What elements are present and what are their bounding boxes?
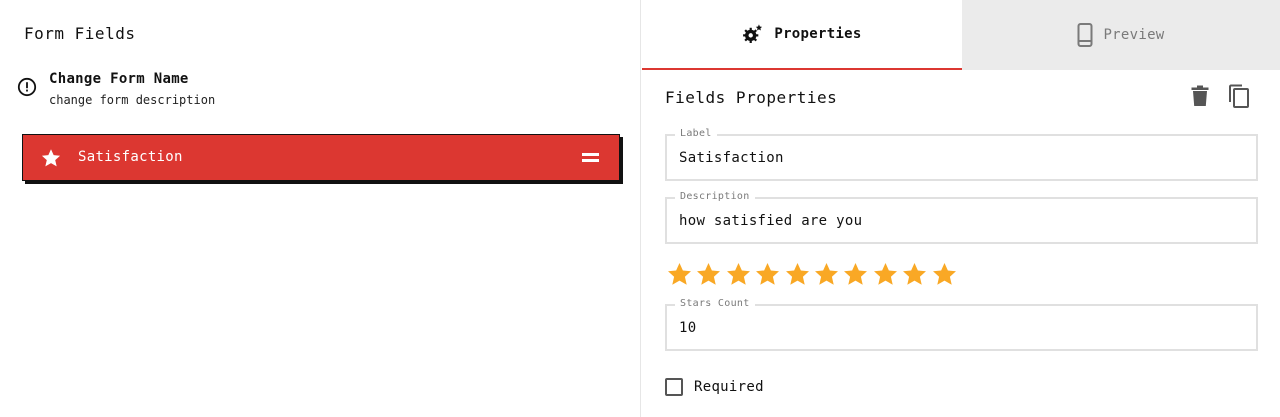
stars-count-field[interactable]: Stars Count 10: [665, 298, 1258, 351]
copy-icon: [1228, 84, 1250, 112]
form-fields-panel: Form Fields Change Form Name change form…: [0, 0, 641, 417]
tab-preview[interactable]: Preview: [962, 0, 1280, 70]
stars-count-field-legend: Stars Count: [675, 298, 755, 309]
label-field-value[interactable]: Satisfaction: [679, 150, 784, 166]
field-item-label: Satisfaction: [78, 149, 183, 165]
form-name[interactable]: Change Form Name: [49, 71, 189, 87]
rating-star-icon[interactable]: [872, 260, 901, 288]
rating-star-icon[interactable]: [931, 260, 960, 288]
label-field[interactable]: Label Satisfaction: [665, 128, 1258, 181]
star-icon: [40, 147, 62, 169]
description-field-value[interactable]: how satisfied are you: [679, 213, 862, 229]
field-item-satisfaction[interactable]: Satisfaction: [22, 134, 620, 181]
gear-icon: [742, 23, 764, 45]
rating-star-icon[interactable]: [754, 260, 783, 288]
rating-star-icon[interactable]: [695, 260, 724, 288]
rating-star-icon[interactable]: [813, 260, 842, 288]
drag-handle-icon[interactable]: [582, 153, 599, 163]
properties-panel: Properties Preview Fields Properties Lab…: [642, 0, 1280, 417]
delete-field-button[interactable]: [1188, 85, 1212, 111]
rating-star-icon[interactable]: [901, 260, 930, 288]
form-fields-title: Form Fields: [24, 24, 136, 43]
rating-star-icon[interactable]: [784, 260, 813, 288]
description-field[interactable]: Description how satisfied are you: [665, 191, 1258, 244]
required-label: Required: [694, 379, 764, 395]
star-rating[interactable]: [666, 260, 960, 288]
rating-star-icon[interactable]: [725, 260, 754, 288]
info-circle-icon: [17, 77, 37, 97]
form-description[interactable]: change form description: [49, 93, 215, 107]
form-info-header[interactable]: Change Form Name change form description: [17, 70, 617, 114]
rating-star-icon[interactable]: [842, 260, 871, 288]
fields-properties-title: Fields Properties: [665, 88, 838, 107]
description-field-legend: Description: [675, 191, 755, 202]
label-field-legend: Label: [675, 128, 717, 139]
tab-preview-label: Preview: [1103, 27, 1165, 43]
tab-properties-label: Properties: [774, 26, 862, 42]
required-checkbox[interactable]: [665, 378, 683, 396]
required-option[interactable]: Required: [665, 376, 764, 398]
trash-icon: [1191, 85, 1209, 111]
rating-star-icon[interactable]: [666, 260, 695, 288]
stars-count-field-value[interactable]: 10: [679, 320, 696, 336]
duplicate-field-button[interactable]: [1227, 84, 1251, 112]
tab-properties[interactable]: Properties: [642, 0, 962, 70]
phone-icon: [1077, 23, 1093, 47]
